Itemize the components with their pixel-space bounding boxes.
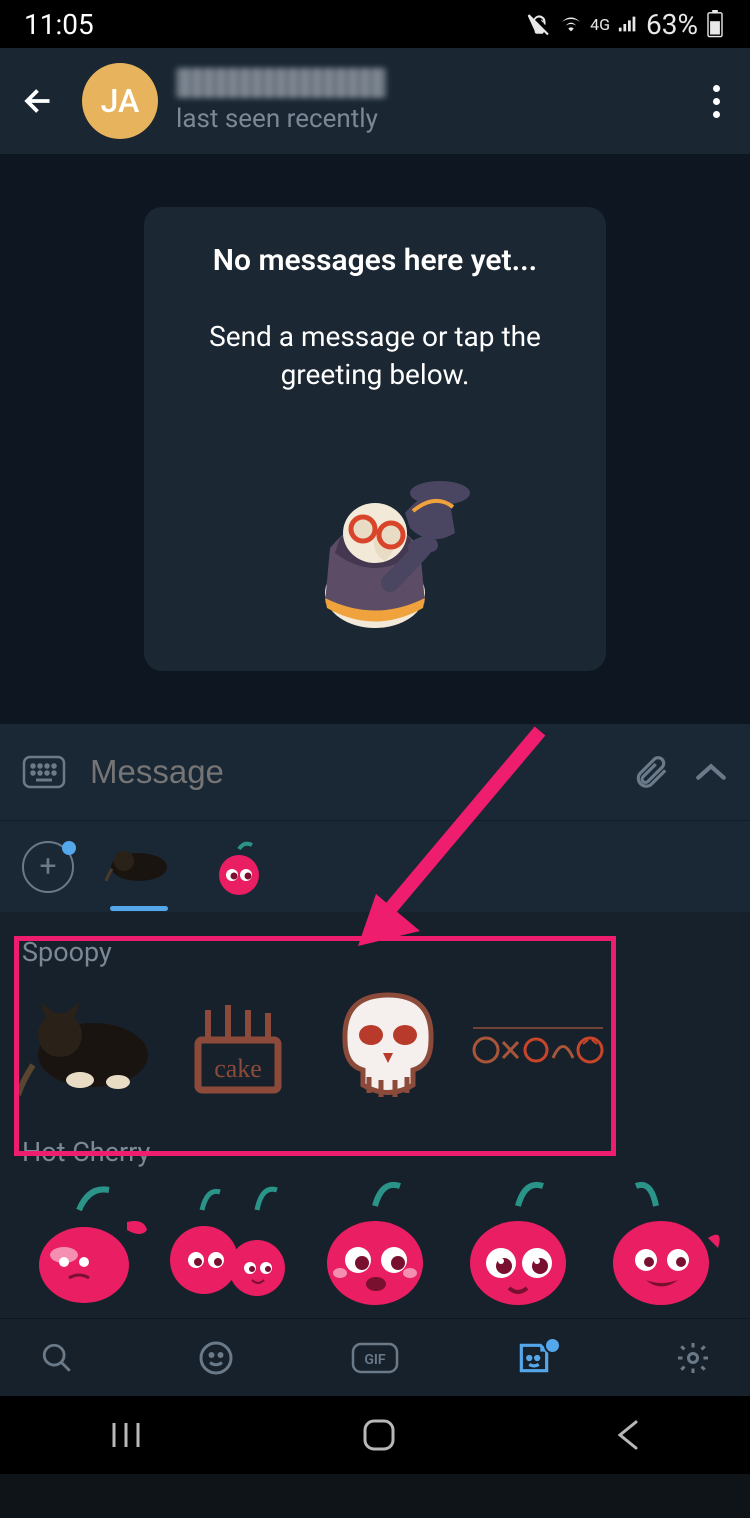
back-button[interactable] xyxy=(14,76,64,126)
sticker-cat[interactable] xyxy=(18,980,158,1110)
contact-info[interactable]: last seen recently xyxy=(176,68,696,134)
mute-icon xyxy=(526,11,552,37)
contact-avatar[interactable]: JA xyxy=(82,63,158,139)
message-input-row xyxy=(0,724,750,820)
status-time: 11:05 xyxy=(24,8,94,41)
more-options-button[interactable] xyxy=(696,85,736,118)
nav-recent-button[interactable] xyxy=(108,1419,144,1451)
sticker-cherry-5[interactable] xyxy=(589,1180,732,1310)
android-nav-bar xyxy=(0,1396,750,1474)
sticker-cherry-4[interactable] xyxy=(446,1180,589,1310)
signal-icon xyxy=(616,13,640,35)
last-seen-label: last seen recently xyxy=(176,104,696,134)
contact-name-redacted xyxy=(176,68,386,98)
chat-body: No messages here yet... Send a message o… xyxy=(0,154,750,724)
greeting-sticker[interactable] xyxy=(172,433,578,643)
wifi-icon xyxy=(558,13,584,35)
message-input[interactable] xyxy=(90,753,608,791)
stickers-tab-button[interactable] xyxy=(505,1339,563,1377)
chat-header: JA last seen recently xyxy=(0,48,750,154)
sticker-cake[interactable]: cake xyxy=(168,980,308,1110)
status-bar: 11:05 4G 63% xyxy=(0,0,750,48)
svg-text:cake: cake xyxy=(214,1054,262,1083)
nav-back-button[interactable] xyxy=(614,1418,642,1452)
sticker-row-hotcherry xyxy=(18,1180,732,1318)
sticker-settings-button[interactable] xyxy=(664,1340,722,1376)
sticker-pumpkins[interactable] xyxy=(468,980,608,1110)
sticker-row-spoopy: cake xyxy=(18,980,732,1110)
sticker-pack-label-hotcherry: Hot Cherry xyxy=(22,1136,732,1168)
status-icons: 4G 63% xyxy=(526,8,726,41)
search-stickers-button[interactable] xyxy=(28,1341,86,1375)
sticker-pack-label-spoopy: Spoopy xyxy=(22,936,732,968)
gif-tab-button[interactable]: GIF xyxy=(346,1342,404,1374)
sticker-panel[interactable]: Spoopy cake Hot Cherry xyxy=(0,912,750,1318)
empty-chat-card: No messages here yet... Send a message o… xyxy=(144,207,606,672)
sticker-bottom-toolbar: GIF xyxy=(0,1318,750,1396)
sticker-cherry-1[interactable] xyxy=(18,1180,161,1310)
network-type: 4G xyxy=(590,15,610,34)
add-sticker-pack-button[interactable]: + xyxy=(22,841,74,893)
collapse-icon[interactable] xyxy=(694,760,728,784)
svg-text:GIF: GIF xyxy=(364,1352,386,1368)
empty-chat-subtitle: Send a message or tap the greeting below… xyxy=(172,318,578,394)
sticker-pack-tab-hotcherry[interactable] xyxy=(204,841,274,893)
nav-home-button[interactable] xyxy=(361,1417,397,1453)
keyboard-icon[interactable] xyxy=(22,755,66,789)
sticker-pack-tab-spoopy[interactable] xyxy=(104,841,174,893)
attach-icon[interactable] xyxy=(632,751,670,793)
sticker-cherry-3[interactable] xyxy=(304,1180,447,1310)
sticker-cherry-2[interactable] xyxy=(161,1180,304,1310)
sticker-skull[interactable] xyxy=(318,980,458,1110)
sticker-pack-tabs: + xyxy=(0,820,750,912)
battery-text: 63% xyxy=(646,8,698,41)
empty-chat-title: No messages here yet... xyxy=(172,243,578,278)
avatar-initials: JA xyxy=(101,82,140,120)
battery-icon xyxy=(704,10,726,38)
emoji-tab-button[interactable] xyxy=(187,1340,245,1376)
